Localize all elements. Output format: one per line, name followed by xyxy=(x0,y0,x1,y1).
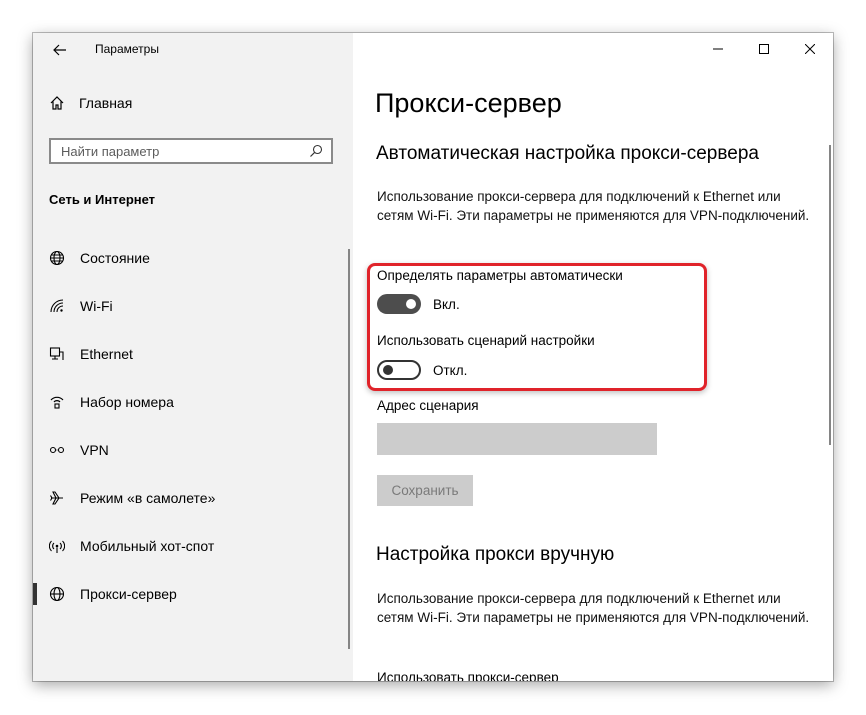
toggle-knob xyxy=(383,365,393,375)
sidebar: Параметры Главная Сеть и Интернет Состоя… xyxy=(33,33,353,681)
sidebar-item-airplane[interactable]: Режим «в самолете» xyxy=(33,474,353,522)
maximize-icon xyxy=(759,44,769,54)
sidebar-item-status[interactable]: Состояние xyxy=(33,234,353,282)
settings-window: Параметры Главная Сеть и Интернет Состоя… xyxy=(33,33,833,681)
sidebar-item-label: Прокси-сервер xyxy=(80,586,177,602)
detect-settings-state: Вкл. xyxy=(433,297,460,312)
detect-settings-label: Определять параметры автоматически xyxy=(377,268,623,283)
sidebar-item-label: Wi-Fi xyxy=(80,298,113,314)
vpn-icon xyxy=(49,442,65,458)
home-icon xyxy=(50,96,64,110)
sidebar-item-label: VPN xyxy=(80,442,109,458)
main-panel: Прокси-сервер Автоматическая настройка п… xyxy=(353,33,833,681)
window-controls xyxy=(695,33,833,65)
section-title: Сеть и Интернет xyxy=(49,192,156,207)
sidebar-item-label: Главная xyxy=(79,95,133,111)
sidebar-nav: Состояние Wi-Fi Ethernet Набор номера VP… xyxy=(33,234,353,618)
search-input[interactable] xyxy=(61,143,301,159)
detect-settings-toggle[interactable] xyxy=(377,294,421,314)
back-arrow-icon xyxy=(53,44,66,56)
script-address-label: Адрес сценария xyxy=(377,398,479,413)
save-button[interactable]: Сохранить xyxy=(377,475,473,506)
manual-setup-heading: Настройка прокси вручную xyxy=(376,544,615,565)
wifi-icon xyxy=(49,298,65,314)
back-button[interactable] xyxy=(49,39,71,61)
sidebar-item-proxy[interactable]: Прокси-сервер xyxy=(33,570,353,618)
globe-status-icon xyxy=(49,250,65,266)
main-scrollbar[interactable] xyxy=(829,145,831,445)
use-script-label: Использовать сценарий настройки xyxy=(377,333,595,348)
sidebar-item-home[interactable]: Главная xyxy=(49,95,132,111)
search-box[interactable] xyxy=(49,138,333,164)
use-script-toggle[interactable] xyxy=(377,360,421,380)
sidebar-item-vpn[interactable]: VPN xyxy=(33,426,353,474)
minimize-button[interactable] xyxy=(695,33,741,65)
sidebar-item-label: Режим «в самолете» xyxy=(80,490,216,506)
page-title: Прокси-сервер xyxy=(375,88,562,118)
sidebar-item-ethernet[interactable]: Ethernet xyxy=(33,330,353,378)
use-script-state: Откл. xyxy=(433,363,468,378)
dialup-icon xyxy=(49,394,65,410)
auto-setup-heading: Автоматическая настройка прокси-сервера xyxy=(376,143,759,164)
sidebar-item-label: Мобильный хот-спот xyxy=(80,538,215,554)
use-proxy-label: Использовать прокси-сервер xyxy=(377,670,559,681)
toggle-knob xyxy=(406,299,416,309)
search-icon[interactable] xyxy=(309,144,323,158)
auto-setup-description: Использование прокси-сервера для подключ… xyxy=(377,189,810,223)
minimize-icon xyxy=(713,48,723,50)
script-address-input[interactable] xyxy=(377,423,657,455)
globe-icon xyxy=(49,586,65,602)
sidebar-item-dialup[interactable]: Набор номера xyxy=(33,378,353,426)
close-button[interactable] xyxy=(787,33,833,65)
manual-setup-description: Использование прокси-сервера для подключ… xyxy=(377,591,810,625)
app-title: Параметры xyxy=(95,42,159,56)
sidebar-item-wifi[interactable]: Wi-Fi xyxy=(33,282,353,330)
close-icon xyxy=(805,44,815,54)
maximize-button[interactable] xyxy=(741,33,787,65)
sidebar-item-label: Состояние xyxy=(80,250,150,266)
sidebar-scrollbar[interactable] xyxy=(348,249,350,649)
airplane-icon xyxy=(49,490,65,506)
ethernet-icon xyxy=(49,346,65,362)
sidebar-item-label: Ethernet xyxy=(80,346,133,362)
hotspot-icon xyxy=(49,538,65,554)
sidebar-item-hotspot[interactable]: Мобильный хот-спот xyxy=(33,522,353,570)
sidebar-item-label: Набор номера xyxy=(80,394,174,410)
